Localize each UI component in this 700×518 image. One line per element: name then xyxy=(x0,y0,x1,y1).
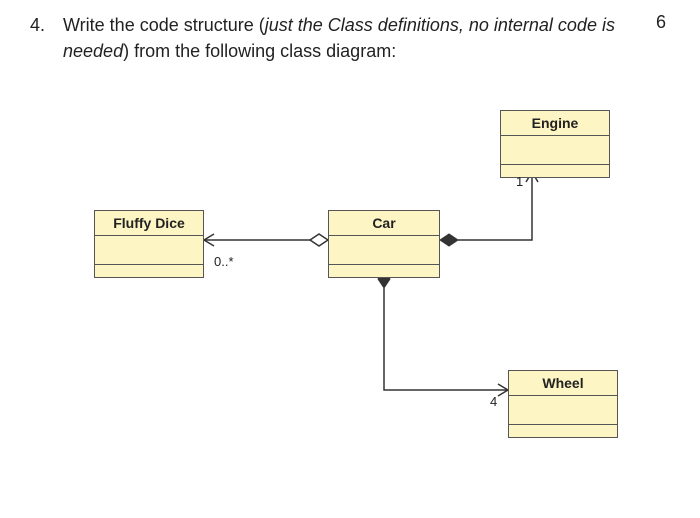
class-engine: Engine xyxy=(500,110,610,178)
edge-car-engine xyxy=(440,172,538,246)
mult-engine: 1 xyxy=(516,174,523,189)
class-wheel: Wheel xyxy=(508,370,618,438)
class-fluffy-dice-ops xyxy=(95,265,203,277)
edge-car-wheel xyxy=(378,270,508,396)
mult-fluffy-dice: 0..* xyxy=(214,254,234,269)
class-engine-name: Engine xyxy=(501,111,609,136)
class-car-attrs xyxy=(329,236,439,265)
question-text: 4. Write the code structure (just the Cl… xyxy=(30,12,670,64)
mult-wheel: 4 xyxy=(490,394,497,409)
class-car: Car xyxy=(328,210,440,278)
class-car-ops xyxy=(329,265,439,277)
class-car-name: Car xyxy=(329,211,439,236)
question-score: 6 xyxy=(656,12,666,33)
class-wheel-name: Wheel xyxy=(509,371,617,396)
class-fluffy-dice-attrs xyxy=(95,236,203,265)
question-body: Write the code structure (just the Class… xyxy=(63,12,623,64)
class-fluffy-dice-name: Fluffy Dice xyxy=(95,211,203,236)
question-number: 4. xyxy=(30,12,58,38)
class-engine-attrs xyxy=(501,136,609,165)
question-prefix: Write the code structure ( xyxy=(63,15,265,35)
class-fluffy-dice: Fluffy Dice xyxy=(94,210,204,278)
edge-car-fluffydice xyxy=(204,234,328,246)
question-suffix: ) from the following class diagram: xyxy=(123,41,396,61)
class-wheel-attrs xyxy=(509,396,617,425)
uml-diagram: Engine Fluffy Dice Car Wheel 0..* 1 4 xyxy=(0,90,700,510)
class-wheel-ops xyxy=(509,425,617,437)
